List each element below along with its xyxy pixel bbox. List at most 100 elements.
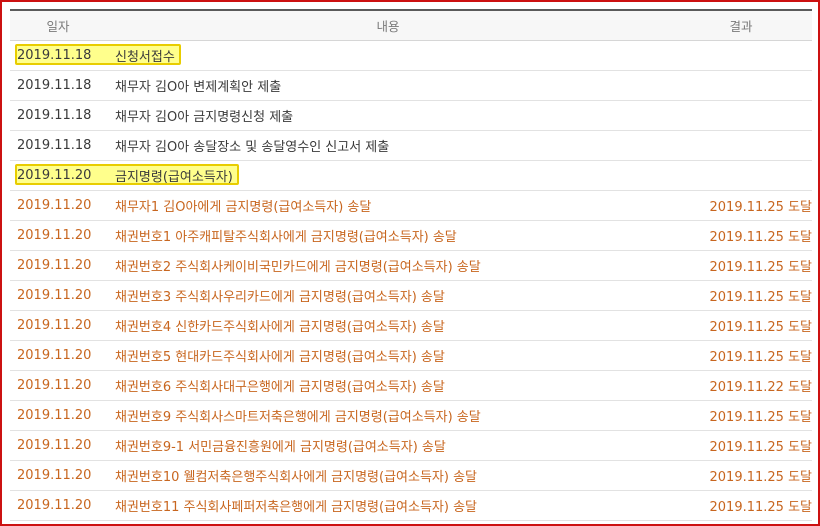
table-body: 2019.11.18 신청서접수 2019.11.18 채무자 김O아 변제계획안 제… bbox=[10, 40, 813, 521]
row-content-cell: 채권번호9-1 서민금융진흥원에게 금지명령(급여소득자) 송달 bbox=[106, 430, 670, 461]
row-result-cell bbox=[670, 160, 812, 191]
row-date: 2019.11.20 bbox=[17, 228, 92, 243]
table-header-row: 일자 내용 결과 bbox=[10, 11, 812, 41]
row-content-cell: 채무자 김O아 금지명령신청 제출 bbox=[106, 100, 670, 131]
row-content: 채권번호9 주식회사스마트저축은행에게 금지명령(급여소득자) 송달 bbox=[115, 410, 481, 425]
row-result: 2019.11.25 도달 bbox=[709, 440, 813, 455]
row-content: 채권번호5 현대카드주식회사에게 금지명령(급여소득자) 송달 bbox=[115, 350, 445, 365]
row-date-cell: 2019.11.20 bbox=[10, 430, 106, 461]
row-date-cell: 2019.11.20 bbox=[10, 310, 106, 341]
screenshot-frame: 일자 내용 결과 2019.11.18 신청서접수 2019.11.18 채무자 김O… bbox=[0, 0, 820, 526]
row-date: 2019.11.20 bbox=[17, 288, 92, 303]
row-date-cell: 2019.11.18 bbox=[10, 130, 106, 161]
row-content-cell: 채무자1 김O아에게 금지명령(급여소득자) 송달 bbox=[106, 190, 670, 221]
row-content: 채권번호2 주식회사케이비국민카드에게 금지명령(급여소득자) 송달 bbox=[115, 260, 481, 275]
row-date: 2019.11.20 bbox=[17, 408, 92, 423]
table-row: 2019.11.18 채무자 김O아 송달장소 및 송달영수인 신고서 제출 bbox=[10, 130, 812, 161]
row-date-cell: 2019.11.20 bbox=[10, 460, 106, 491]
row-result: 2019.11.25 도달 bbox=[709, 350, 813, 365]
row-result-cell: 2019.11.25 도달 bbox=[670, 460, 812, 491]
row-result-cell: 2019.11.25 도달 bbox=[670, 280, 813, 311]
row-content-cell: 채권번호10 웰컴저축은행주식회사에게 금지명령(급여소득자) 송달 bbox=[106, 460, 670, 491]
row-content: 채무자 김O아 송달장소 및 송달영수인 신고서 제출 bbox=[115, 140, 390, 155]
row-date-cell: 2019.11.18 bbox=[10, 70, 106, 101]
row-result-cell bbox=[670, 40, 812, 71]
row-result-cell: 2019.11.25 도달 bbox=[670, 340, 813, 371]
row-date: 2019.11.20 bbox=[17, 258, 92, 273]
table-row: 2019.11.20 채권번호1 아주캐피탈주식회사에게 금지명령(급여소득자) … bbox=[10, 220, 813, 251]
row-date-cell: 2019.11.20 bbox=[10, 220, 106, 251]
row-date-cell: 2019.11.20 bbox=[10, 340, 106, 371]
row-date-cell: 2019.11.18 bbox=[10, 40, 181, 71]
table-row: 2019.11.20 채권번호10 웰컴저축은행주식회사에게 금지명령(급여소득자… bbox=[10, 460, 812, 491]
row-content-cell: 채권번호2 주식회사케이비국민카드에게 금지명령(급여소득자) 송달 bbox=[106, 250, 670, 281]
row-result-cell bbox=[670, 130, 812, 161]
row-date-cell: 2019.11.18 bbox=[10, 100, 106, 131]
row-result: 2019.11.25 도달 bbox=[709, 260, 813, 275]
row-result-cell bbox=[670, 100, 812, 131]
row-date: 2019.11.20 bbox=[17, 498, 92, 513]
row-result: 2019.11.25 도달 bbox=[709, 500, 813, 515]
row-content: 채무자1 김O아에게 금지명령(급여소득자) 송달 bbox=[115, 200, 372, 215]
row-date-cell: 2019.11.20 bbox=[10, 160, 239, 191]
row-content: 신청서접수 bbox=[115, 50, 175, 65]
row-date-cell: 2019.11.20 bbox=[10, 250, 106, 281]
row-result-cell: 2019.11.25 도달 bbox=[670, 220, 813, 251]
table-row: 2019.11.20 채권번호9-1 서민금융진흥원에게 금지명령(급여소득자) … bbox=[10, 430, 813, 461]
row-date-cell: 2019.11.20 bbox=[10, 280, 106, 311]
column-header-result: 결과 bbox=[670, 11, 812, 41]
row-result: 2019.11.25 도달 bbox=[709, 290, 813, 305]
row-result-cell: 2019.11.25 도달 bbox=[670, 190, 812, 221]
row-date: 2019.11.18 bbox=[17, 108, 92, 123]
row-date: 2019.11.20 bbox=[17, 378, 92, 393]
row-content: 채무자 김O아 금지명령신청 제출 bbox=[115, 110, 294, 125]
table-row: 2019.11.18 채무자 김O아 변제계획안 제출 bbox=[10, 70, 812, 101]
row-date: 2019.11.18 bbox=[17, 48, 92, 63]
row-content-cell: 신청서접수 bbox=[106, 40, 670, 71]
row-result: 2019.11.25 도달 bbox=[709, 230, 813, 245]
row-result-cell bbox=[670, 70, 812, 101]
table-row: 2019.11.20 채권번호3 주식회사우리카드에게 금지명령(급여소득자) 송… bbox=[10, 280, 813, 311]
row-date-cell: 2019.11.20 bbox=[10, 190, 106, 221]
table-row: 2019.11.18 신청서접수 bbox=[10, 40, 812, 71]
row-content: 채권번호9-1 서민금융진흥원에게 금지명령(급여소득자) 송달 bbox=[115, 440, 446, 455]
table-row: 2019.11.20 채권번호5 현대카드주식회사에게 금지명령(급여소득자) 송… bbox=[10, 340, 813, 371]
table-row: 2019.11.20 채권번호2 주식회사케이비국민카드에게 금지명령(급여소득자… bbox=[10, 250, 813, 281]
row-content: 채권번호4 신한카드주식회사에게 금지명령(급여소득자) 송달 bbox=[115, 320, 445, 335]
row-result-cell: 2019.11.25 도달 bbox=[670, 400, 812, 431]
row-content-cell: 채무자 김O아 변제계획안 제출 bbox=[106, 70, 670, 101]
row-date-cell: 2019.11.20 bbox=[10, 490, 106, 521]
row-date: 2019.11.20 bbox=[17, 348, 92, 363]
row-date: 2019.11.20 bbox=[17, 168, 92, 183]
row-date-cell: 2019.11.20 bbox=[10, 400, 106, 431]
row-content: 채권번호11 주식회사페퍼저축은행에게 금지명령(급여소득자) 송달 bbox=[115, 500, 478, 515]
row-result-cell: 2019.11.22 도달 bbox=[670, 370, 813, 401]
table-row: 2019.11.20 채권번호9 주식회사스마트저축은행에게 금지명령(급여소득자… bbox=[10, 400, 812, 431]
row-content: 채무자 김O아 변제계획안 제출 bbox=[115, 80, 282, 95]
row-content-cell: 채권번호11 주식회사페퍼저축은행에게 금지명령(급여소득자) 송달 bbox=[106, 490, 670, 521]
row-content: 채권번호3 주식회사우리카드에게 금지명령(급여소득자) 송달 bbox=[115, 290, 445, 305]
row-content: 채권번호1 아주캐피탈주식회사에게 금지명령(급여소득자) 송달 bbox=[115, 230, 457, 245]
row-content-cell: 채권번호5 현대카드주식회사에게 금지명령(급여소득자) 송달 bbox=[106, 340, 670, 371]
column-header-date: 일자 bbox=[10, 11, 106, 41]
row-content-cell: 채무자 김O아 송달장소 및 송달영수인 신고서 제출 bbox=[106, 130, 670, 161]
case-progress-table: 일자 내용 결과 2019.11.18 신청서접수 2019.11.18 채무자 김O… bbox=[10, 11, 812, 521]
row-result: 2019.11.22 도달 bbox=[709, 380, 813, 395]
row-content-cell: 채권번호1 아주캐피탈주식회사에게 금지명령(급여소득자) 송달 bbox=[106, 220, 670, 251]
row-content-cell: 채권번호9 주식회사스마트저축은행에게 금지명령(급여소득자) 송달 bbox=[106, 400, 670, 431]
row-date: 2019.11.20 bbox=[17, 468, 92, 483]
row-content-cell: 채권번호4 신한카드주식회사에게 금지명령(급여소득자) 송달 bbox=[106, 310, 670, 341]
table-row: 2019.11.20 채무자1 김O아에게 금지명령(급여소득자) 송달 2019.… bbox=[10, 190, 812, 221]
row-content-cell: 채권번호3 주식회사우리카드에게 금지명령(급여소득자) 송달 bbox=[106, 280, 670, 311]
row-date-cell: 2019.11.20 bbox=[10, 370, 106, 401]
case-progress-table-wrapper: 일자 내용 결과 2019.11.18 신청서접수 2019.11.18 채무자 김O… bbox=[10, 9, 812, 521]
row-content-cell: 금지명령(급여소득자) bbox=[106, 160, 670, 191]
row-date: 2019.11.18 bbox=[17, 78, 92, 93]
row-date: 2019.11.20 bbox=[17, 318, 92, 333]
column-header-content: 내용 bbox=[106, 11, 670, 41]
row-content: 채권번호6 주식회사대구은행에게 금지명령(급여소득자) 송달 bbox=[115, 380, 445, 395]
row-result: 2019.11.25 도달 bbox=[709, 320, 813, 335]
row-content-cell: 채권번호6 주식회사대구은행에게 금지명령(급여소득자) 송달 bbox=[106, 370, 670, 401]
row-result-cell: 2019.11.25 도달 bbox=[670, 430, 813, 461]
row-date: 2019.11.18 bbox=[17, 138, 92, 153]
